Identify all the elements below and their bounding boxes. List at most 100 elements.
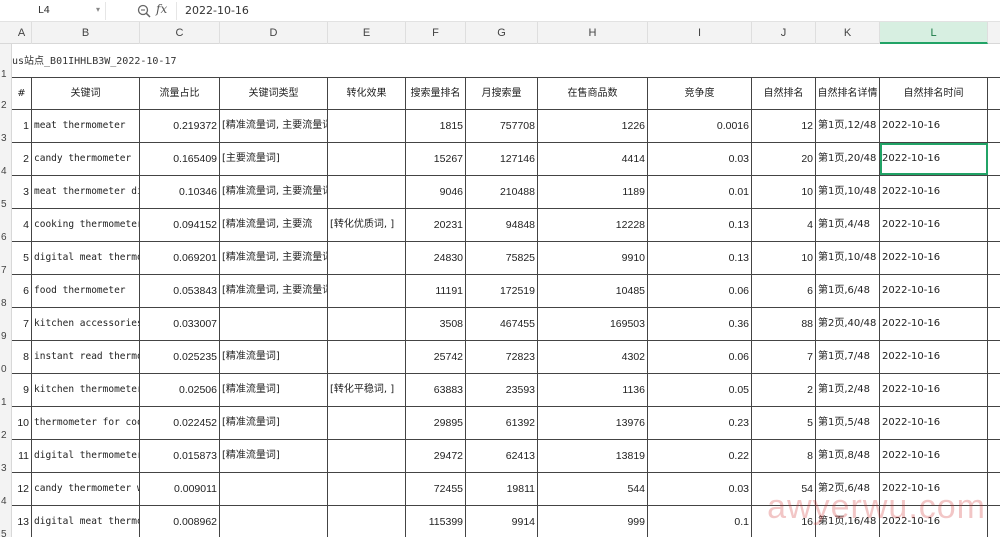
table-cell[interactable]: 13 xyxy=(12,506,32,537)
row-header[interactable]: 3 xyxy=(0,463,12,474)
table-cell[interactable]: 第1页,5/48 xyxy=(816,407,880,439)
table-cell[interactable]: 0.03 xyxy=(648,473,752,505)
table-cell[interactable] xyxy=(220,473,328,505)
header-cell[interactable]: 竞争度 xyxy=(648,78,752,110)
table-cell[interactable] xyxy=(328,143,406,175)
table-cell[interactable]: kitchen accessories xyxy=(32,308,140,340)
table-cell[interactable]: candy thermometer xyxy=(32,143,140,175)
table-cell[interactable]: 544 xyxy=(538,473,648,505)
table-cell[interactable]: digital meat thermo xyxy=(32,242,140,274)
table-cell[interactable] xyxy=(328,275,406,307)
table-cell[interactable]: 0.03 xyxy=(648,143,752,175)
table-cell[interactable]: 15267 xyxy=(406,143,466,175)
row-header[interactable]: 0 xyxy=(0,364,12,375)
table-cell[interactable]: 11 xyxy=(12,440,32,472)
table-cell[interactable]: 25742 xyxy=(406,341,466,373)
table-cell[interactable]: 63883 xyxy=(406,374,466,406)
table-cell[interactable]: 16 xyxy=(752,506,816,537)
table-cell[interactable]: 第1页,10/48 xyxy=(816,176,880,208)
table-cell[interactable]: [精准流量词] xyxy=(220,407,328,439)
table-cell[interactable]: 23593 xyxy=(466,374,538,406)
table-cell[interactable]: 1815 xyxy=(406,110,466,142)
table-cell[interactable]: 2022-10-16 xyxy=(880,176,988,208)
table-cell[interactable]: 2022-10-16 xyxy=(880,407,988,439)
table-cell[interactable]: digital meat thermo xyxy=(32,506,140,537)
table-cell[interactable]: 8 xyxy=(752,440,816,472)
table-cell[interactable]: 13976 xyxy=(538,407,648,439)
table-cell[interactable]: 62413 xyxy=(466,440,538,472)
table-cell[interactable]: 467455 xyxy=(466,308,538,340)
table-cell[interactable]: 1189 xyxy=(538,176,648,208)
table-cell[interactable]: [精准流量词, 主要流量词] xyxy=(220,242,328,274)
row-header[interactable]: 7 xyxy=(0,265,12,276)
table-cell[interactable]: 9 xyxy=(12,374,32,406)
table-cell[interactable]: 第1页,12/48 xyxy=(816,110,880,142)
zoom-icon[interactable] xyxy=(137,4,151,18)
table-cell[interactable]: 210488 xyxy=(466,176,538,208)
sheet-title-cell[interactable]: us站点_B01IHHLB3W_2022-10-17 xyxy=(12,52,177,67)
table-cell[interactable]: 2 xyxy=(12,143,32,175)
table-cell[interactable]: 0.05 xyxy=(648,374,752,406)
table-cell[interactable]: 2022-10-16 xyxy=(880,209,988,241)
table-cell[interactable]: 13819 xyxy=(538,440,648,472)
table-cell[interactable]: 0.009011 xyxy=(140,473,220,505)
table-cell[interactable] xyxy=(328,341,406,373)
table-cell[interactable]: 2022-10-16 xyxy=(880,440,988,472)
table-cell[interactable]: 2022-10-16 xyxy=(880,308,988,340)
table-cell[interactable]: 0.23 xyxy=(648,407,752,439)
table-cell[interactable]: [精准流量词] xyxy=(220,374,328,406)
table-cell[interactable]: 4 xyxy=(752,209,816,241)
table-cell[interactable]: 19811 xyxy=(466,473,538,505)
table-cell[interactable]: 2022-10-16 xyxy=(880,110,988,142)
table-cell[interactable]: 0.094152 xyxy=(140,209,220,241)
table-cell[interactable]: 第1页,20/48 xyxy=(816,143,880,175)
table-cell[interactable]: 999 xyxy=(538,506,648,537)
table-cell[interactable]: [主要流量词] xyxy=(220,143,328,175)
table-cell[interactable]: 第1页,10/48 xyxy=(816,242,880,274)
table-cell[interactable]: 2022-10-16 xyxy=(880,275,988,307)
table-cell[interactable]: 0.015873 xyxy=(140,440,220,472)
table-cell[interactable]: 4302 xyxy=(538,341,648,373)
row-header[interactable]: 5 xyxy=(0,199,12,210)
table-cell[interactable]: 0.069201 xyxy=(140,242,220,274)
table-cell[interactable]: 12228 xyxy=(538,209,648,241)
table-cell[interactable]: 0.06 xyxy=(648,341,752,373)
table-cell[interactable]: [精准流量词, 主要流量词] xyxy=(220,275,328,307)
column-header-k[interactable]: K xyxy=(816,22,880,44)
table-cell[interactable]: 88 xyxy=(752,308,816,340)
column-header-b[interactable]: B xyxy=(32,22,140,44)
table-cell[interactable]: 6 xyxy=(12,275,32,307)
table-cell[interactable]: 12 xyxy=(752,110,816,142)
table-cell[interactable]: [精准流量词] xyxy=(220,341,328,373)
column-header-c[interactable]: C xyxy=(140,22,220,44)
table-cell[interactable] xyxy=(328,440,406,472)
table-cell[interactable]: 0.008962 xyxy=(140,506,220,537)
table-cell[interactable]: 24830 xyxy=(406,242,466,274)
table-cell[interactable]: 10 xyxy=(752,242,816,274)
column-header-g[interactable]: G xyxy=(466,22,538,44)
table-cell[interactable] xyxy=(328,242,406,274)
formula-input[interactable]: 2022-10-16 xyxy=(176,2,996,20)
header-cell[interactable]: 自然排名时间 xyxy=(880,78,988,110)
table-cell[interactable] xyxy=(328,473,406,505)
row-header[interactable]: 1 xyxy=(0,397,12,408)
row-header[interactable]: 6 xyxy=(0,232,12,243)
table-cell[interactable]: 4414 xyxy=(538,143,648,175)
table-cell[interactable]: 0.01 xyxy=(648,176,752,208)
table-cell[interactable]: 7 xyxy=(752,341,816,373)
column-header-e[interactable]: E xyxy=(328,22,406,44)
row-header[interactable]: 2 xyxy=(0,430,12,441)
table-cell[interactable] xyxy=(328,506,406,537)
column-header-i[interactable]: I xyxy=(648,22,752,44)
table-cell[interactable]: food thermometer xyxy=(32,275,140,307)
fx-icon[interactable]: fx xyxy=(156,2,167,16)
table-cell[interactable]: [精准流量词, 主要流量词] xyxy=(220,176,328,208)
table-cell[interactable]: 0.022452 xyxy=(140,407,220,439)
table-cell[interactable]: 2022-10-16 xyxy=(880,473,988,505)
table-cell[interactable]: 2022-10-16 xyxy=(880,506,988,537)
table-cell[interactable]: 0.10346 xyxy=(140,176,220,208)
table-cell[interactable]: 2 xyxy=(752,374,816,406)
table-cell[interactable]: digital thermometer xyxy=(32,440,140,472)
name-box[interactable]: L4 ▾ xyxy=(0,2,106,20)
row-header[interactable]: 2 xyxy=(0,100,12,111)
